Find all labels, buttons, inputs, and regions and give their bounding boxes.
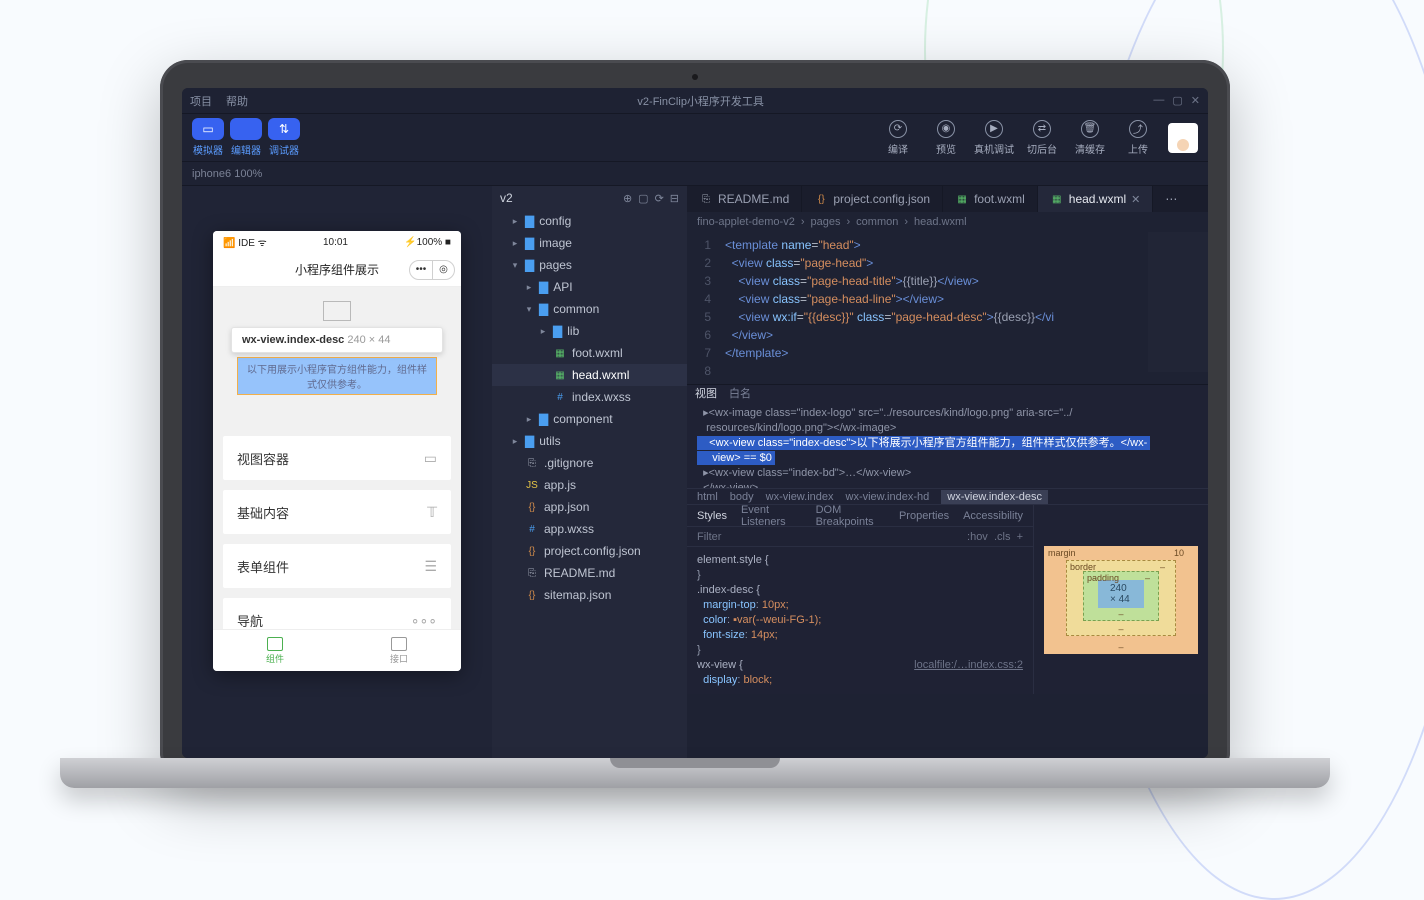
hov-toggle[interactable]: :hov <box>967 531 988 543</box>
list-item[interactable]: 基础内容𝕋 <box>223 490 451 534</box>
toolbar-button[interactable]: ⇄切后台 <box>1020 120 1064 156</box>
tabbar-item[interactable]: 接口 <box>337 630 461 671</box>
dom-crumb[interactable]: wx-view.index-hd <box>846 491 930 503</box>
ide-screen: 项目帮助 v2-FinClip小程序开发工具 — ▢ ✕ ▭模拟器编辑器⇅调试器… <box>182 88 1208 758</box>
editor-tab[interactable]: ▦head.wxml✕ <box>1038 186 1154 212</box>
toolbar-button[interactable]: ⟳编译 <box>876 120 920 156</box>
minimize-icon[interactable]: — <box>1153 94 1164 107</box>
file-item[interactable]: ▦head.wxml <box>492 364 687 386</box>
page-title: 小程序组件展示 <box>295 261 379 278</box>
dom-crumb[interactable]: body <box>730 491 754 503</box>
editor-tab[interactable]: ⎘README.md <box>687 186 802 212</box>
devtools: 视图白名 ▸<wx-image class="index-logo" src="… <box>687 384 1208 694</box>
toolbar-button[interactable]: ◉预览 <box>924 120 968 156</box>
box-model: margin 10 border– padding– 240 × 44 – <box>1033 505 1208 694</box>
capsule-button[interactable]: ••• ◎ <box>409 260 455 280</box>
collapse-icon[interactable]: ⊟ <box>670 192 679 205</box>
mode-toggle[interactable]: ▭模拟器 <box>192 118 224 157</box>
add-rule-icon[interactable]: + <box>1017 531 1023 543</box>
window-title: v2-FinClip小程序开发工具 <box>248 93 1153 109</box>
filter-input[interactable]: Filter <box>697 531 721 543</box>
file-explorer: v2 ⊕ ▢ ⟳ ⊟ ▸▇config▸▇image▾▇pages▸▇API▾▇… <box>492 186 687 758</box>
styles-subtab[interactable]: Accessibility <box>963 510 1023 522</box>
refresh-icon[interactable]: ⟳ <box>655 192 664 205</box>
laptop-frame: 项目帮助 v2-FinClip小程序开发工具 — ▢ ✕ ▭模拟器编辑器⇅调试器… <box>160 60 1230 780</box>
close-icon[interactable]: ✕ <box>1191 94 1200 107</box>
project-root[interactable]: v2 <box>500 191 513 205</box>
simulator-panel: 📶 IDE ᯤ 10:01 ⚡100% ■ 小程序组件展示 ••• ◎ <box>182 186 492 758</box>
cls-toggle[interactable]: .cls <box>994 531 1011 543</box>
folder-item[interactable]: ▸▇config <box>492 210 687 232</box>
styles-subtab[interactable]: Event Listeners <box>741 504 802 528</box>
file-item[interactable]: {}sitemap.json <box>492 584 687 606</box>
styles-subtab[interactable]: DOM Breakpoints <box>816 504 885 528</box>
list-item[interactable]: 视图容器▭ <box>223 436 451 480</box>
file-item[interactable]: #app.wxss <box>492 518 687 540</box>
toolbar-button[interactable]: 🗑清缓存 <box>1068 120 1112 156</box>
file-item[interactable]: JSapp.js <box>492 474 687 496</box>
dom-crumb[interactable]: wx-view.index-desc <box>941 490 1048 504</box>
mode-toggle[interactable]: 编辑器 <box>230 118 262 157</box>
phone-status-bar: 📶 IDE ᯤ 10:01 ⚡100% ■ <box>213 231 461 253</box>
toolbar-button[interactable]: ⤴上传 <box>1116 120 1160 156</box>
folder-item[interactable]: ▸▇component <box>492 408 687 430</box>
camera-dot <box>692 74 698 80</box>
file-item[interactable]: {}app.json <box>492 496 687 518</box>
folder-item[interactable]: ▾▇common <box>492 298 687 320</box>
editor-tab[interactable]: {}project.config.json <box>802 186 943 212</box>
editor-tabs: ⎘README.md{}project.config.json▦foot.wxm… <box>687 186 1208 212</box>
toolbar: ▭模拟器编辑器⇅调试器 ⟳编译◉预览▶真机调试⇄切后台🗑清缓存⤴上传 <box>182 114 1208 162</box>
toolbar-button[interactable]: ▶真机调试 <box>972 120 1016 156</box>
folder-item[interactable]: ▾▇pages <box>492 254 687 276</box>
highlighted-element[interactable]: 以下用展示小程序官方组件能力，组件样式仅供参考。 <box>237 357 437 395</box>
phone-header: 小程序组件展示 ••• ◎ <box>213 253 461 287</box>
minimap[interactable] <box>1148 232 1208 372</box>
file-item[interactable]: ▦foot.wxml <box>492 342 687 364</box>
tabbar-item[interactable]: 组件 <box>213 630 337 671</box>
styles-subtab[interactable]: Styles <box>697 510 727 522</box>
styles-rules[interactable]: element.style {}.index-desc {</span> mar… <box>687 547 1033 694</box>
editor-pane: ⎘README.md{}project.config.json▦foot.wxm… <box>687 186 1208 758</box>
folder-item[interactable]: ▸▇lib <box>492 320 687 342</box>
list-item[interactable]: 导航∘∘∘ <box>223 598 451 629</box>
editor-tab[interactable]: ▦foot.wxml <box>943 186 1038 212</box>
mode-toggle[interactable]: ⇅调试器 <box>268 118 300 157</box>
devtools-tab[interactable]: 视图 <box>695 385 717 401</box>
elements-panel[interactable]: ▸<wx-image class="index-logo" src="../re… <box>687 402 1208 488</box>
code-editor[interactable]: 1<template name="head">2 <view class="pa… <box>687 232 1208 384</box>
menu-item[interactable]: 项目 <box>190 93 212 109</box>
avatar[interactable] <box>1168 123 1198 153</box>
file-item[interactable]: ⎘README.md <box>492 562 687 584</box>
folder-item[interactable]: ▸▇API <box>492 276 687 298</box>
breadcrumb[interactable]: fino-applet-demo-v2›pages›common›head.wx… <box>687 212 1208 232</box>
file-item[interactable]: #index.wxss <box>492 386 687 408</box>
phone-preview: 📶 IDE ᯤ 10:01 ⚡100% ■ 小程序组件展示 ••• ◎ <box>213 231 461 671</box>
close-tab-icon[interactable]: ✕ <box>1131 193 1140 206</box>
titlebar: 项目帮助 v2-FinClip小程序开发工具 — ▢ ✕ <box>182 88 1208 114</box>
styles-subtab[interactable]: Properties <box>899 510 949 522</box>
maximize-icon[interactable]: ▢ <box>1172 94 1182 107</box>
device-info[interactable]: iphone6 100% <box>182 162 1208 186</box>
folder-item[interactable]: ▸▇utils <box>492 430 687 452</box>
file-item[interactable]: {}project.config.json <box>492 540 687 562</box>
new-folder-icon[interactable]: ▢ <box>638 192 648 205</box>
more-tabs-icon[interactable]: ⋯ <box>1153 186 1189 212</box>
list-item[interactable]: 表单组件☰ <box>223 544 451 588</box>
dom-crumb[interactable]: html <box>697 491 718 503</box>
devtools-tab[interactable]: 白名 <box>729 385 751 401</box>
logo-placeholder <box>323 301 351 321</box>
phone-tabbar: 组件接口 <box>213 629 461 671</box>
window-controls[interactable]: — ▢ ✕ <box>1153 94 1200 107</box>
file-item[interactable]: ⎘.gitignore <box>492 452 687 474</box>
new-file-icon[interactable]: ⊕ <box>623 192 632 205</box>
folder-item[interactable]: ▸▇image <box>492 232 687 254</box>
dom-crumb[interactable]: wx-view.index <box>766 491 834 503</box>
menu-item[interactable]: 帮助 <box>226 93 248 109</box>
dom-breadcrumb[interactable]: html body wx-view.index wx-view.index-hd wx-… <box>687 488 1208 504</box>
inspect-tooltip: wx-view.index-desc 240 × 44 <box>231 327 443 353</box>
